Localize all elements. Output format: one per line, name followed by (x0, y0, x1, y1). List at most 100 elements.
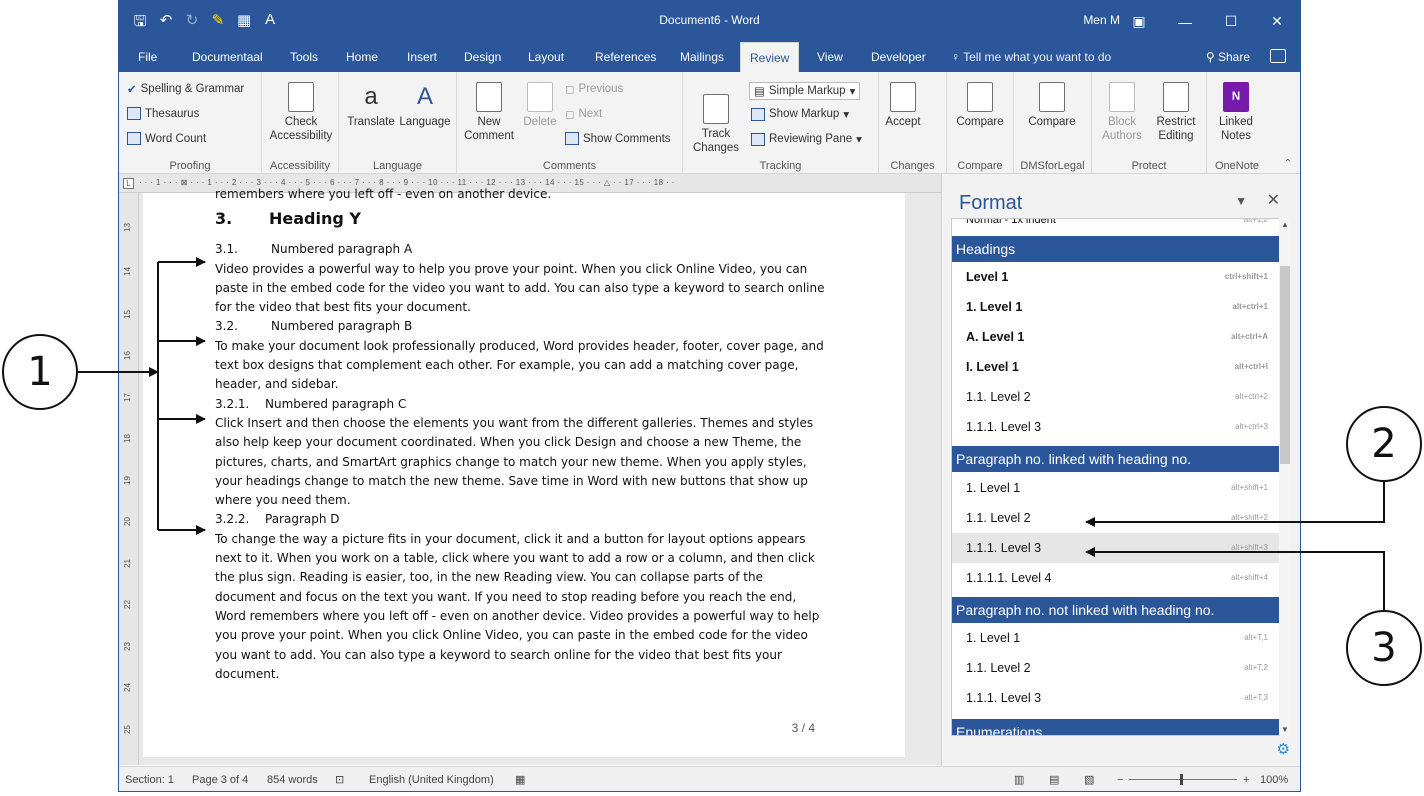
restrict-editing-button[interactable]: Restrict Editing (1150, 82, 1202, 143)
document-page[interactable]: remembers where you left off - even on a… (143, 187, 905, 757)
style-item[interactable]: Normal - 1x indent alt+1,2 (952, 219, 1280, 235)
pane-close-icon[interactable]: ✕ (1267, 190, 1280, 210)
web-layout-icon[interactable]: ▧ (1084, 767, 1094, 791)
tab-file[interactable]: File (129, 42, 166, 72)
pane-options-icon[interactable]: ▼ (1235, 194, 1247, 208)
vruler-mark: 18 (122, 434, 132, 443)
scroll-up-icon[interactable]: ▲ (1279, 220, 1291, 229)
style-item[interactable]: 1. Level 1 alt+shift+1 (952, 473, 1280, 503)
style-item-selected[interactable]: 1.1.1. Level 3 alt+shift+3 (952, 533, 1280, 563)
style-item[interactable]: 1.1.1.1. Level 4 alt+shift+4 (952, 563, 1280, 593)
language-icon: A (416, 83, 433, 110)
close-icon[interactable]: ✕ (1254, 1, 1300, 42)
heading-y: 3. Heading Y (215, 209, 361, 229)
vruler-mark: 25 (122, 725, 132, 734)
style-item[interactable]: Level 1 ctrl+shift+1 (952, 262, 1280, 292)
thesaurus-button[interactable]: Thesaurus (127, 107, 199, 120)
spelling-button[interactable]: ✔ Spelling & Grammar (127, 82, 244, 96)
tab-developer[interactable]: Developer (862, 42, 935, 72)
group-comments: New Comment Delete ◻ Previous ◻ Next Show C… (457, 72, 683, 174)
block-authors-button[interactable]: Block Authors (1094, 82, 1150, 143)
delete-comment-button[interactable]: Delete (517, 82, 563, 129)
status-page[interactable]: Page 3 of 4 (192, 767, 248, 791)
para-c-title: 3.2.1. Numbered paragraph C (215, 396, 407, 411)
check-accessibility-button[interactable]: Check Accessibility (268, 82, 334, 143)
group-compare: Compare Compare (947, 72, 1014, 174)
scroll-down-icon[interactable]: ▼ (1279, 725, 1291, 734)
style-item[interactable]: 1. Level 1 alt+T,1 (952, 623, 1280, 653)
accept-button[interactable]: Accept (881, 82, 925, 129)
style-item[interactable]: 1.1. Level 2 alt+T,2 (952, 653, 1280, 683)
tab-review[interactable]: Review (740, 42, 800, 72)
vruler-mark: 14 (122, 267, 132, 276)
style-item[interactable]: I. Level 1 alt+ctrl+I (952, 352, 1280, 382)
vruler-mark: 24 (122, 683, 132, 692)
new-comment-button[interactable]: New Comment (461, 82, 517, 143)
compare-button[interactable]: Compare (951, 82, 1009, 129)
share-button[interactable]: ⚲ Share (1206, 42, 1250, 72)
tell-me-search[interactable]: ♀ Tell me what you want to do (951, 42, 1111, 72)
markup-dropdown[interactable]: ▤ Simple Markup ▾ (749, 82, 861, 100)
style-item[interactable]: 1.1. Level 2 alt+shift+2 (952, 503, 1280, 533)
tab-stop-selector[interactable]: L (123, 178, 134, 189)
tab-insert[interactable]: Insert (398, 42, 446, 72)
group-label: Comments (542, 160, 597, 172)
previous-comment-button[interactable]: ◻ Previous (565, 82, 623, 96)
show-comments-button[interactable]: Show Comments (565, 132, 671, 145)
maximize-icon[interactable]: ☐ (1208, 1, 1254, 42)
read-mode-icon[interactable]: ▥ (1014, 767, 1024, 791)
zoom-out-icon[interactable]: − (1117, 767, 1123, 791)
next-icon: ◻ (565, 109, 575, 121)
zoom-level[interactable]: 100% (1260, 767, 1288, 791)
track-changes-button[interactable]: Track Changes (687, 94, 745, 155)
style-list-scrollbar[interactable]: ▲ ▼ (1279, 218, 1291, 736)
tab-documentaal[interactable]: Documentaal (183, 42, 272, 72)
linked-notes-button[interactable]: N Linked Notes (1211, 82, 1261, 143)
gear-icon[interactable]: ⚙ (1277, 740, 1290, 758)
delete-comment-icon (527, 82, 553, 112)
tab-mailings[interactable]: Mailings (671, 42, 733, 72)
print-layout-icon[interactable]: ▤ (1049, 767, 1059, 791)
previous-icon: ◻ (565, 84, 575, 96)
tab-layout[interactable]: Layout (519, 42, 573, 72)
next-comment-button[interactable]: ◻ Next (565, 107, 602, 121)
section-header-not-linked: Paragraph no. not linked with heading no… (952, 597, 1280, 623)
word-count-button[interactable]: Word Count (127, 132, 206, 145)
para-d-body: To change the way a picture fits in your… (215, 531, 820, 681)
comments-icon[interactable] (1270, 49, 1286, 63)
scrollbar-thumb[interactable] (1280, 266, 1290, 464)
translate-button[interactable]: a Translate (343, 82, 399, 129)
language-button[interactable]: A Language (397, 82, 453, 129)
style-item[interactable]: 1.1.1. Level 3 alt+T,3 (952, 683, 1280, 713)
minimize-icon[interactable]: — (1162, 1, 1208, 42)
tab-design[interactable]: Design (455, 42, 510, 72)
style-item[interactable]: 1.1.1. Level 3 alt+ctrl+3 (952, 412, 1280, 442)
status-words[interactable]: 854 words (267, 767, 318, 791)
tab-view[interactable]: View (808, 42, 852, 72)
proofing-status-icon[interactable]: ⊡ (335, 767, 344, 791)
status-section[interactable]: Section: 1 (125, 767, 174, 791)
style-item[interactable]: 1. Level 1 alt+ctrl+1 (952, 292, 1280, 322)
callout-3: 3 (1346, 610, 1422, 686)
user-name[interactable]: Men M (1083, 13, 1120, 27)
window-controls: ▣ — ☐ ✕ (1116, 1, 1300, 42)
tab-references[interactable]: References (586, 42, 665, 72)
vertical-ruler[interactable]: 13 14 15 16 17 18 19 20 21 22 23 24 25 (119, 193, 139, 765)
zoom-slider[interactable] (1129, 779, 1237, 780)
show-markup-button[interactable]: Show Markup ▾ (751, 107, 849, 121)
reviewing-pane-button[interactable]: Reviewing Pane ▾ (751, 132, 862, 146)
zoom-in-icon[interactable]: + (1243, 767, 1249, 791)
zoom-slider-thumb[interactable] (1180, 774, 1183, 785)
compare-icon (967, 82, 993, 112)
collapse-ribbon-icon[interactable]: ⌃ (1284, 158, 1292, 169)
status-language[interactable]: English (United Kingdom) (369, 767, 494, 791)
page-text: remembers where you left off - even on a… (215, 187, 827, 684)
macro-icon[interactable]: ▦ (515, 767, 525, 791)
title-bar: 🖫 ↶ ↻ ✎ ▦ A Document6 - Word Men M ▣ — ☐… (119, 1, 1300, 42)
style-item[interactable]: A. Level 1 alt+ctrl+A (952, 322, 1280, 352)
style-item[interactable]: 1.1. Level 2 alt+ctrl+2 (952, 382, 1280, 412)
ribbon-display-icon[interactable]: ▣ (1116, 1, 1162, 42)
tab-home[interactable]: Home (337, 42, 387, 72)
tab-tools[interactable]: Tools (281, 42, 327, 72)
dms-compare-button[interactable]: Compare (1022, 82, 1082, 129)
